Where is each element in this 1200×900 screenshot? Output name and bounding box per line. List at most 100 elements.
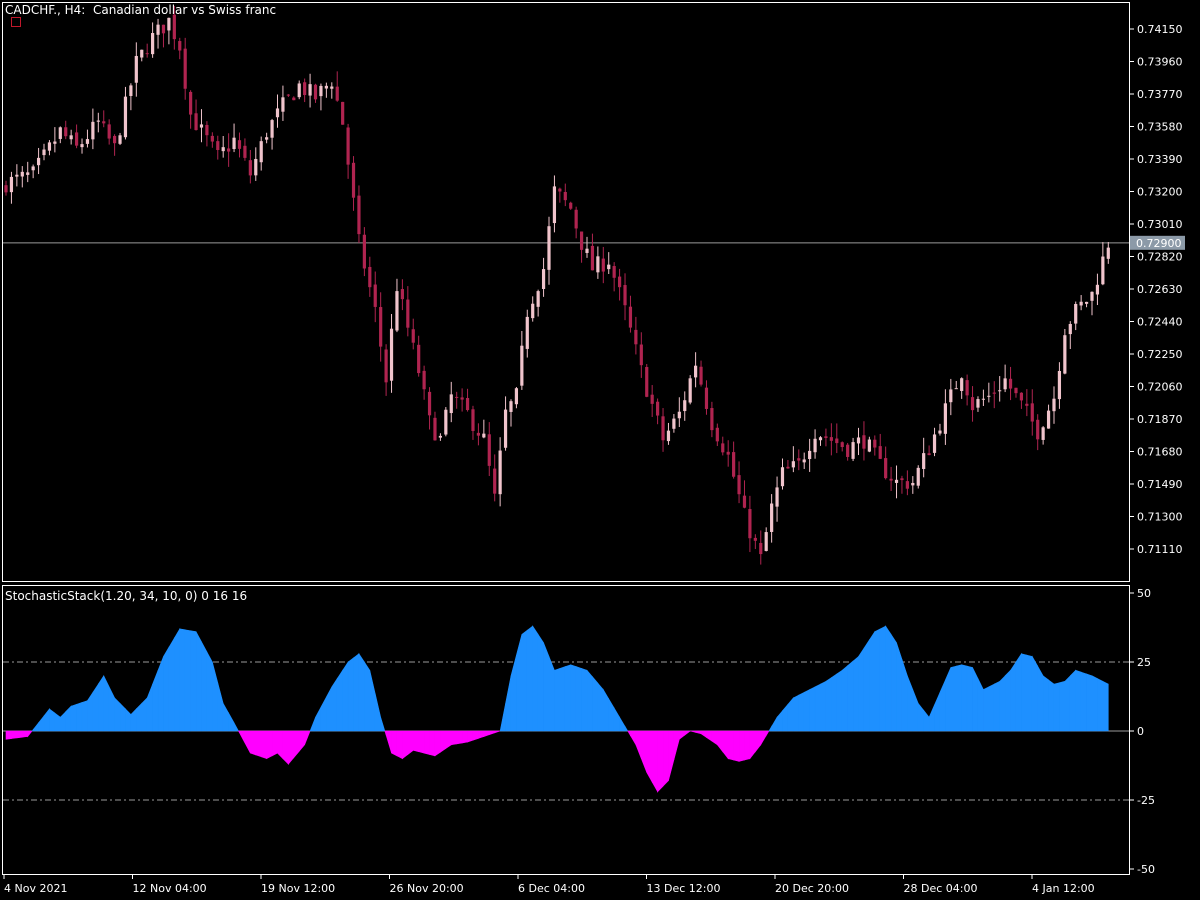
candle xyxy=(813,429,817,459)
candle xyxy=(113,134,117,156)
candle-body xyxy=(884,458,888,479)
stochastic-negative-area xyxy=(494,730,501,734)
candle-body xyxy=(199,124,204,128)
stochastic-negative-area xyxy=(646,730,653,784)
candle xyxy=(330,82,334,99)
price-chart[interactable]: 0.72900 0.74150 0.73960 0.73770 0.73580 0.733… xyxy=(0,0,1200,900)
candle xyxy=(694,352,698,388)
stochastic-positive-area xyxy=(961,664,968,732)
candle xyxy=(514,387,519,409)
candle-body xyxy=(1106,247,1110,259)
candle xyxy=(645,363,649,398)
stochastic-negative-area xyxy=(298,730,305,753)
candle-body xyxy=(531,303,535,319)
candle-body xyxy=(151,33,155,55)
candle xyxy=(85,129,90,148)
candle-body xyxy=(1090,291,1094,301)
candle xyxy=(189,90,193,129)
candle-body xyxy=(520,345,524,386)
candle xyxy=(167,17,171,45)
candle-body xyxy=(303,82,307,96)
candle-body xyxy=(140,49,144,58)
stochastic-positive-area xyxy=(1042,675,1049,732)
candle xyxy=(531,296,535,322)
candle-body xyxy=(579,231,584,250)
candle xyxy=(4,180,8,196)
candle-body xyxy=(954,388,958,390)
stochastic-positive-area xyxy=(1026,654,1033,732)
candle xyxy=(80,138,84,154)
candle xyxy=(867,436,871,453)
price-axis-label: 0.73770 xyxy=(1137,88,1183,101)
candle-body xyxy=(1030,403,1034,422)
stochastic-positive-area xyxy=(163,646,170,732)
stochastic-negative-area xyxy=(627,730,631,737)
stochastic-positive-area xyxy=(570,664,577,732)
candle-body xyxy=(938,430,942,434)
candle-body xyxy=(541,269,546,289)
candle xyxy=(194,99,198,131)
stochastic-positive-area xyxy=(1053,682,1060,732)
candle xyxy=(541,257,546,297)
candle xyxy=(710,401,714,438)
stochastic-negative-area xyxy=(765,730,770,737)
stochastic-negative-area xyxy=(402,730,409,760)
stochastic-positive-area xyxy=(499,703,506,732)
stochastic-positive-area xyxy=(841,665,848,732)
candles xyxy=(4,5,1110,565)
candle-body xyxy=(694,365,698,378)
candle-body xyxy=(802,459,806,463)
candle xyxy=(829,423,833,456)
candle xyxy=(1084,301,1089,308)
candle xyxy=(699,360,703,387)
candle xyxy=(938,423,942,436)
candle xyxy=(476,423,481,446)
candle xyxy=(362,227,366,277)
candle xyxy=(373,271,377,323)
candle-body xyxy=(764,532,768,551)
candle xyxy=(677,397,681,427)
candle-body xyxy=(992,392,996,394)
candle xyxy=(118,132,122,146)
stochastic-positive-area xyxy=(782,703,789,732)
stochastic-positive-area xyxy=(233,722,240,732)
candle xyxy=(123,86,128,140)
candle-body xyxy=(118,135,122,144)
candle-body xyxy=(308,84,312,96)
candle-body xyxy=(129,85,133,97)
stochastic-positive-area xyxy=(32,721,39,732)
candle-body xyxy=(80,144,84,148)
candle-body xyxy=(487,434,491,466)
candle-body xyxy=(856,437,861,444)
candle-body xyxy=(552,186,557,224)
candle xyxy=(661,408,665,452)
candle-body xyxy=(379,307,383,347)
one-click-trading-marker-icon[interactable] xyxy=(11,17,21,27)
stochastic-positive-area xyxy=(776,709,783,732)
candle-body xyxy=(699,366,703,385)
candle-body xyxy=(998,390,1002,392)
candle xyxy=(835,423,839,454)
stochastic-positive-area xyxy=(950,665,957,732)
candle xyxy=(341,101,345,125)
stochastic-negative-area xyxy=(641,730,648,773)
candle xyxy=(628,295,633,333)
candle-body xyxy=(900,478,904,481)
candle xyxy=(134,42,138,97)
stochastic-positive-area xyxy=(613,706,620,732)
stochastic-positive-area xyxy=(1064,675,1071,732)
stochastic-negative-area xyxy=(760,730,767,746)
candle-body xyxy=(47,142,52,151)
candle xyxy=(1068,321,1072,349)
candle xyxy=(471,405,475,440)
stochastic-negative-area xyxy=(445,730,452,750)
candle-body xyxy=(617,276,622,288)
stochastic-negative-area xyxy=(277,730,284,760)
candle-body xyxy=(846,444,850,457)
stochastic-positive-area xyxy=(912,689,919,732)
stochastic-negative-area xyxy=(450,730,457,746)
stochastic-negative-area xyxy=(472,730,479,741)
candle-body xyxy=(427,391,432,416)
candle xyxy=(759,530,763,565)
candle xyxy=(270,118,274,150)
